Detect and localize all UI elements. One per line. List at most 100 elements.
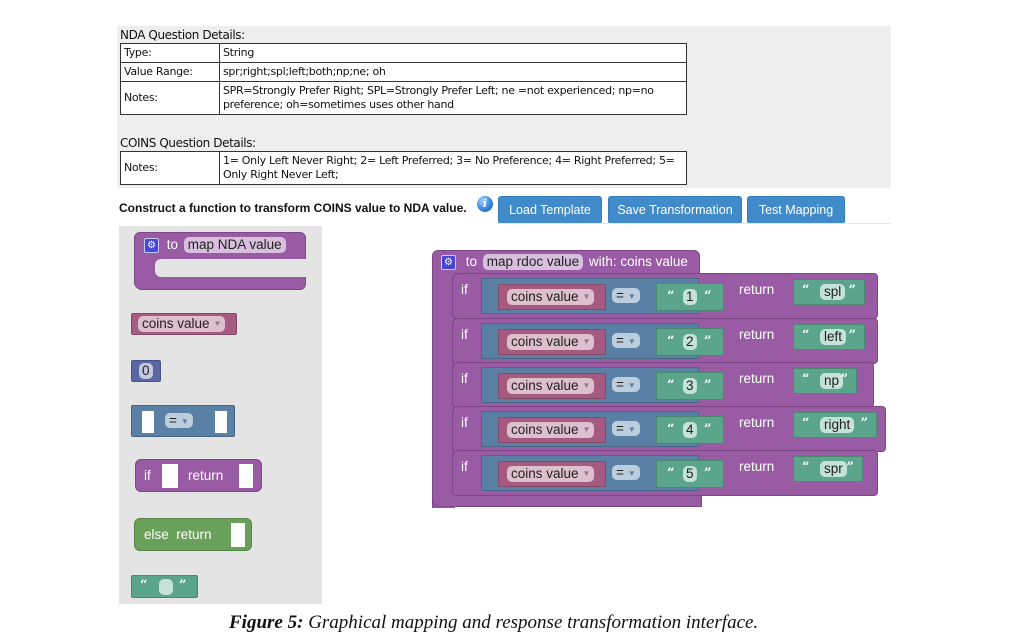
operator-dropdown[interactable]: = ▼ (612, 377, 640, 392)
instruction-text: Construct a function to transform COINS … (119, 201, 467, 215)
variable-block[interactable]: coins value ▼ (498, 417, 606, 443)
return-slot (239, 464, 253, 488)
if-label: if (461, 459, 468, 474)
compare-value-field[interactable]: 4 (683, 422, 697, 438)
variable-dropdown[interactable]: coins value ▼ (507, 378, 595, 394)
variable-name: coins value (142, 316, 210, 331)
gear-icon[interactable]: ⚙ (144, 237, 159, 253)
if-return-row[interactable]: if coins value ▼ = ▼ “3” return “np” (452, 362, 874, 408)
dropdown-arrow-icon: ▼ (582, 469, 591, 479)
condition-slot (162, 464, 178, 488)
variable-name: coins value (511, 466, 579, 481)
if-label: if (461, 327, 468, 342)
variable-dropdown[interactable]: coins value ▼ (507, 289, 595, 305)
function-name-field[interactable]: map NDA value (183, 237, 286, 253)
dropdown-arrow-icon: ▼ (582, 425, 591, 435)
info-icon[interactable]: i (477, 196, 493, 212)
text-block[interactable]: “np” (793, 368, 857, 394)
save-transformation-button[interactable]: Save Transformation (608, 196, 742, 224)
text-block[interactable]: “ right ” (793, 412, 877, 438)
text-block[interactable]: “ 1 ” (656, 283, 724, 311)
else-return-label: else return (144, 527, 212, 542)
return-value-field[interactable]: left (820, 329, 847, 345)
text-block[interactable]: “ 2 ” (656, 328, 724, 356)
variable-block[interactable]: coins value ▼ (498, 461, 606, 487)
else-return-block[interactable]: else return (134, 518, 252, 551)
operator-label: = (616, 333, 624, 348)
return-label: return (739, 459, 775, 474)
variable-dropdown[interactable]: coins value ▼ (507, 422, 595, 438)
compare-value-field[interactable]: 3 (683, 378, 697, 394)
dropdown-arrow-icon: ▼ (582, 337, 591, 347)
variable-block[interactable]: coins value ▼ (498, 284, 606, 310)
if-return-row[interactable]: if coins value ▼ = ▼ “2” return “left” (452, 318, 878, 364)
if-label: if (461, 371, 468, 386)
open-quote: “ (667, 289, 675, 304)
return-label: return (739, 371, 775, 386)
operator-label: = (616, 465, 624, 480)
gear-icon[interactable]: ⚙ (441, 254, 456, 270)
text-block[interactable]: “ 4 ” (656, 416, 724, 444)
if-return-row[interactable]: if coins value ▼ = ▼ “4” return “right” (452, 406, 886, 452)
number-block[interactable]: 0 (131, 360, 161, 382)
compare-block[interactable]: coins value ▼ = ▼ “5” (481, 455, 724, 491)
variable-dropdown[interactable]: coins value ▼ (507, 334, 595, 350)
operator-dropdown[interactable]: = ▼ (612, 288, 640, 303)
compare-block[interactable]: = ▼ (131, 405, 235, 437)
question-details-panel: NDA Question Details: Type: String Value… (117, 26, 891, 188)
input-slot (215, 411, 227, 433)
operator-dropdown[interactable]: = ▼ (612, 421, 640, 436)
variable-dropdown[interactable]: coins value ▼ (138, 316, 226, 332)
operator-dropdown[interactable]: = ▼ (612, 465, 640, 480)
variable-block[interactable]: coins value ▼ (498, 329, 606, 355)
compare-value-field[interactable]: 1 (683, 289, 697, 305)
return-value-field[interactable]: spr (820, 461, 847, 477)
number-field[interactable]: 0 (139, 363, 153, 379)
nda-notes-key: Notes: (120, 81, 220, 115)
if-return-row[interactable]: if coins value ▼ = ▼ “5” return “spr” (452, 450, 878, 496)
close-quote: ” (704, 334, 712, 349)
close-quote: ” (848, 328, 856, 343)
operator-dropdown[interactable]: = ▼ (165, 413, 193, 428)
open-quote: “ (667, 378, 675, 393)
text-block[interactable]: “ 3 ” (656, 372, 724, 400)
coins-notes-key: Notes: (120, 151, 220, 185)
if-return-row[interactable]: if coins value ▼ = ▼ “1” return “spl” (452, 273, 878, 319)
open-quote: “ (802, 372, 810, 387)
compare-block[interactable]: coins value ▼ = ▼ “1” (481, 278, 724, 314)
operator-dropdown[interactable]: = ▼ (612, 333, 640, 348)
open-quote: “ (802, 416, 810, 431)
nda-details-title: NDA Question Details: (120, 28, 245, 42)
function-header[interactable]: ⚙ to map rdoc value with: coins value (432, 250, 700, 274)
return-value-field[interactable]: right (820, 417, 855, 433)
compare-block[interactable]: coins value ▼ = ▼ “3” (481, 367, 724, 403)
function-definition-block[interactable]: ⚙ to map NDA value (134, 232, 306, 290)
text-block[interactable]: “ 5 ” (656, 460, 724, 488)
variable-block[interactable]: coins value ▼ (498, 373, 606, 399)
text-block[interactable]: “ spr” (793, 456, 863, 482)
function-name-field[interactable]: map rdoc value (482, 254, 584, 270)
load-template-button[interactable]: Load Template (498, 196, 602, 224)
divider (498, 223, 891, 224)
text-field[interactable] (159, 579, 173, 595)
close-quote: ” (848, 283, 856, 298)
text-block[interactable]: “ left” (793, 324, 865, 350)
variable-dropdown[interactable]: coins value ▼ (507, 466, 595, 482)
compare-block[interactable]: coins value ▼ = ▼ “4” (481, 411, 724, 447)
variable-block[interactable]: coins value ▼ (131, 313, 237, 335)
compare-block[interactable]: coins value ▼ = ▼ “2” (481, 323, 724, 359)
if-return-block[interactable]: if return (135, 459, 262, 492)
test-mapping-button[interactable]: Test Mapping (747, 196, 845, 224)
text-block[interactable]: “ spl” (793, 279, 865, 305)
return-label: return (739, 282, 775, 297)
text-block[interactable]: “ ” (131, 575, 198, 598)
compare-value-field[interactable]: 2 (683, 334, 697, 350)
return-label: return (739, 415, 775, 430)
nda-range-key: Value Range: (120, 62, 220, 82)
open-quote: “ (140, 578, 148, 593)
return-value-field[interactable]: spl (820, 284, 846, 300)
if-label: if (144, 468, 151, 483)
compare-value-field[interactable]: 5 (683, 466, 697, 482)
dropdown-arrow-icon: ▼ (627, 336, 636, 346)
block-flyout: ⚙ to map NDA value coins value ▼ 0 = ▼ if … (119, 226, 322, 604)
